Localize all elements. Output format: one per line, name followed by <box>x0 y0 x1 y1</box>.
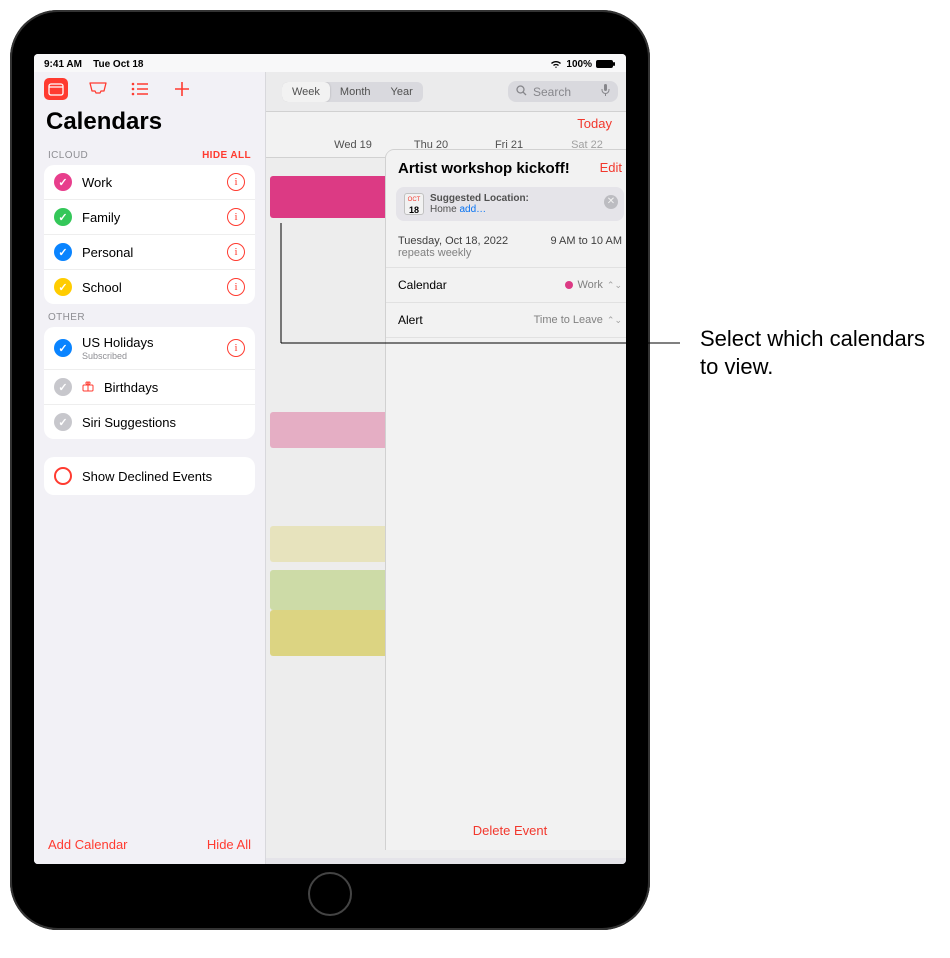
battery-percent: 100% <box>566 59 592 70</box>
battery-icon <box>596 59 616 70</box>
calendar-label: Family <box>82 210 120 225</box>
hide-all-button[interactable]: Hide All <box>207 837 251 852</box>
ipad-screen: 9:41 AM Tue Oct 18 100% Week Month <box>34 54 626 864</box>
event-time-row: Tuesday, Oct 18, 2022 repeats weekly 9 A… <box>386 227 626 268</box>
close-icon[interactable]: ✕ <box>604 195 618 209</box>
search-icon <box>516 85 527 99</box>
check-icon[interactable]: ✓ <box>54 173 72 191</box>
calendar-label: Birthdays <box>104 380 158 395</box>
event-date: Tuesday, Oct 18, 2022 <box>398 235 508 247</box>
event-calendar-row[interactable]: Calendar Work ⌃⌄ <box>386 268 626 303</box>
check-icon[interactable]: ✓ <box>54 278 72 296</box>
status-bar: 9:41 AM Tue Oct 18 100% <box>34 54 626 72</box>
show-declined-label: Show Declined Events <box>82 469 212 484</box>
calendar-row-school[interactable]: ✓ School i <box>44 270 255 304</box>
event-block[interactable] <box>270 570 390 610</box>
check-icon[interactable]: ✓ <box>54 243 72 261</box>
event-time-range: 9 AM to 10 AM <box>550 235 622 259</box>
calendar-label: School <box>82 280 122 295</box>
calendar-row-work[interactable]: ✓ Work i <box>44 165 255 200</box>
segment-year[interactable]: Year <box>381 82 423 102</box>
event-calendar-value: Work <box>577 279 602 291</box>
check-icon[interactable] <box>54 467 72 485</box>
calendar-glyph-icon: OCT 18 <box>404 193 424 215</box>
calendars-sidebar: Calendars ICLOUD HIDE ALL ✓ Work i ✓ Fam… <box>34 72 266 864</box>
mic-icon[interactable] <box>601 84 610 99</box>
event-repeat: repeats weekly <box>398 247 508 259</box>
gift-icon <box>82 380 94 395</box>
calendar-label: Siri Suggestions <box>82 415 176 430</box>
event-detail-panel: Artist workshop kickoff! Edit OCT 18 Sug… <box>386 150 626 850</box>
chevron-updown-icon: ⌃⌄ <box>607 280 622 291</box>
hide-all-icloud-button[interactable]: HIDE ALL <box>202 150 251 161</box>
status-left: 9:41 AM Tue Oct 18 <box>44 59 144 70</box>
sidebar-footer: Add Calendar Hide All <box>34 825 265 864</box>
info-icon[interactable]: i <box>227 243 245 261</box>
add-calendar-button[interactable]: Add Calendar <box>48 837 128 852</box>
calendar-label: Personal <box>82 245 133 260</box>
suggest-add-link[interactable]: add… <box>459 204 486 215</box>
list-icon[interactable] <box>128 78 152 100</box>
event-calendar-label: Calendar <box>398 278 447 292</box>
section-icloud-label: ICLOUD <box>48 150 88 161</box>
event-block[interactable] <box>270 610 390 656</box>
add-icon[interactable] <box>170 78 194 100</box>
calendar-row-birthdays[interactable]: ✓ Birthdays <box>44 370 255 405</box>
delete-event-button[interactable]: Delete Event <box>386 823 626 838</box>
calendar-color-dot <box>565 281 573 289</box>
calendar-sublabel: Subscribed <box>82 351 154 361</box>
status-right: 100% <box>550 59 616 70</box>
status-time: 9:41 AM <box>44 59 82 70</box>
calendar-toggle-icon[interactable] <box>44 78 68 100</box>
status-date: Tue Oct 18 <box>93 59 143 70</box>
section-other-label: OTHER <box>48 312 85 323</box>
info-icon[interactable]: i <box>227 278 245 296</box>
section-other-header: OTHER <box>34 304 265 327</box>
calendar-row-siri[interactable]: ✓ Siri Suggestions <box>44 405 255 439</box>
icloud-calendar-list: ✓ Work i ✓ Family i ✓ Personal i ✓ Schoo… <box>44 165 255 304</box>
event-alert-label: Alert <box>398 313 423 327</box>
check-icon[interactable]: ✓ <box>54 413 72 431</box>
suggest-label: Suggested Location: <box>430 193 529 204</box>
other-calendar-list: ✓ US Holidays Subscribed i ✓ Birthdays ✓ <box>44 327 255 439</box>
show-declined-toggle[interactable]: Show Declined Events <box>44 457 255 495</box>
edit-button[interactable]: Edit <box>600 160 622 175</box>
weekday-wed[interactable]: Wed 19 <box>314 139 392 151</box>
check-icon[interactable]: ✓ <box>54 208 72 226</box>
check-icon[interactable]: ✓ <box>54 339 72 357</box>
search-placeholder: Search <box>533 85 571 99</box>
event-alert-row[interactable]: Alert Time to Leave ⌃⌄ <box>386 303 626 338</box>
calendar-label: Work <box>82 175 112 190</box>
info-icon[interactable]: i <box>227 173 245 191</box>
calendar-row-holidays[interactable]: ✓ US Holidays Subscribed i <box>44 327 255 370</box>
calendar-row-family[interactable]: ✓ Family i <box>44 200 255 235</box>
sidebar-title: Calendars <box>34 106 265 142</box>
calendar-row-personal[interactable]: ✓ Personal i <box>44 235 255 270</box>
search-input[interactable]: Search <box>508 81 618 102</box>
event-alert-value: Time to Leave <box>534 314 603 326</box>
suggest-home: Home <box>430 204 457 215</box>
inbox-icon[interactable] <box>86 78 110 100</box>
segment-month[interactable]: Month <box>330 82 381 102</box>
sidebar-toolbar <box>34 72 265 106</box>
home-button[interactable] <box>308 872 352 916</box>
event-title: Artist workshop kickoff! <box>398 160 570 177</box>
section-icloud-header: ICLOUD HIDE ALL <box>34 142 265 165</box>
callout-text: Select which calendars to view. <box>700 325 930 380</box>
event-block[interactable] <box>270 176 390 218</box>
info-icon[interactable]: i <box>227 208 245 226</box>
calendar-label: US Holidays <box>82 335 154 350</box>
segment-week[interactable]: Week <box>282 82 330 102</box>
suggested-location-card[interactable]: OCT 18 Suggested Location: Home add… ✕ <box>396 187 624 221</box>
ipad-frame: 9:41 AM Tue Oct 18 100% Week Month <box>10 10 650 930</box>
view-segment[interactable]: Week Month Year <box>282 82 423 102</box>
check-icon[interactable]: ✓ <box>54 378 72 396</box>
info-icon[interactable]: i <box>227 339 245 357</box>
event-block[interactable] <box>270 526 390 562</box>
chevron-updown-icon: ⌃⌄ <box>607 315 622 326</box>
wifi-icon <box>550 59 562 70</box>
event-block[interactable] <box>270 412 390 448</box>
